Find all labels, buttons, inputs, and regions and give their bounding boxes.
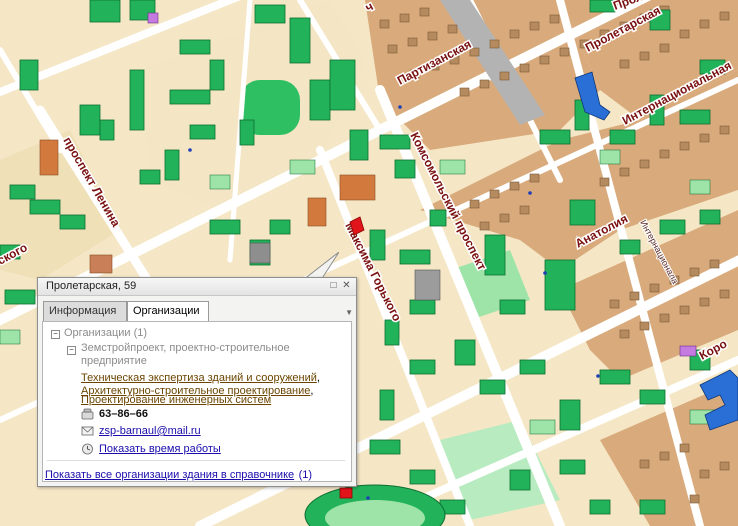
building-gray [249, 242, 271, 264]
organizations-panel: − Организации (1) − Земстройпроект, прое… [42, 321, 352, 482]
popup-pointer [303, 252, 339, 280]
org-name-line1: Земстройпроект, проектно-строительное [81, 342, 290, 354]
phone-icon [81, 408, 94, 420]
building-orange [307, 197, 327, 227]
minimize-icon[interactable]: □ [328, 280, 339, 291]
building-gray [414, 269, 441, 301]
popup-header: Пролетарская, 59 □ ✕ [38, 278, 356, 296]
scroll-down-icon[interactable]: ▼ [345, 308, 353, 317]
tab-information-label: Информация [49, 305, 117, 317]
building-orange [89, 254, 113, 274]
tab-organizations[interactable]: Организации [127, 301, 209, 322]
close-icon[interactable]: ✕ [341, 280, 352, 291]
email-icon [81, 426, 94, 436]
footer-count: (1) [298, 469, 313, 481]
popup-title: Пролетарская, 59 [46, 280, 137, 292]
organizations-header: Организации (1) [64, 327, 148, 339]
divider [47, 460, 345, 461]
clock-icon [82, 443, 93, 455]
category-link-3[interactable]: Проектирование инженерных систем [81, 394, 271, 406]
phone-number: 63–86–66 [99, 408, 148, 420]
footer: Показать все организации здания в справо… [45, 465, 312, 483]
building-purple [679, 345, 697, 357]
show-all-orgs-link[interactable]: Показать все организации здания в справо… [45, 469, 294, 481]
building-orange [39, 139, 59, 176]
tab-organizations-label: Организации [133, 305, 200, 317]
info-popup: Пролетарская, 59 □ ✕ Информация Организа… [37, 277, 357, 487]
show-hours-link[interactable]: Показать время работы [99, 443, 221, 455]
collapse-icon[interactable]: − [51, 330, 60, 339]
collapse-org-icon[interactable]: − [67, 346, 76, 355]
tab-information[interactable]: Информация [43, 301, 127, 321]
building-orange [339, 174, 376, 201]
building-purple [147, 12, 159, 24]
email-link[interactable]: zsp-barnaul@mail.ru [99, 425, 201, 437]
org-name-line2: предприятие [81, 355, 147, 367]
